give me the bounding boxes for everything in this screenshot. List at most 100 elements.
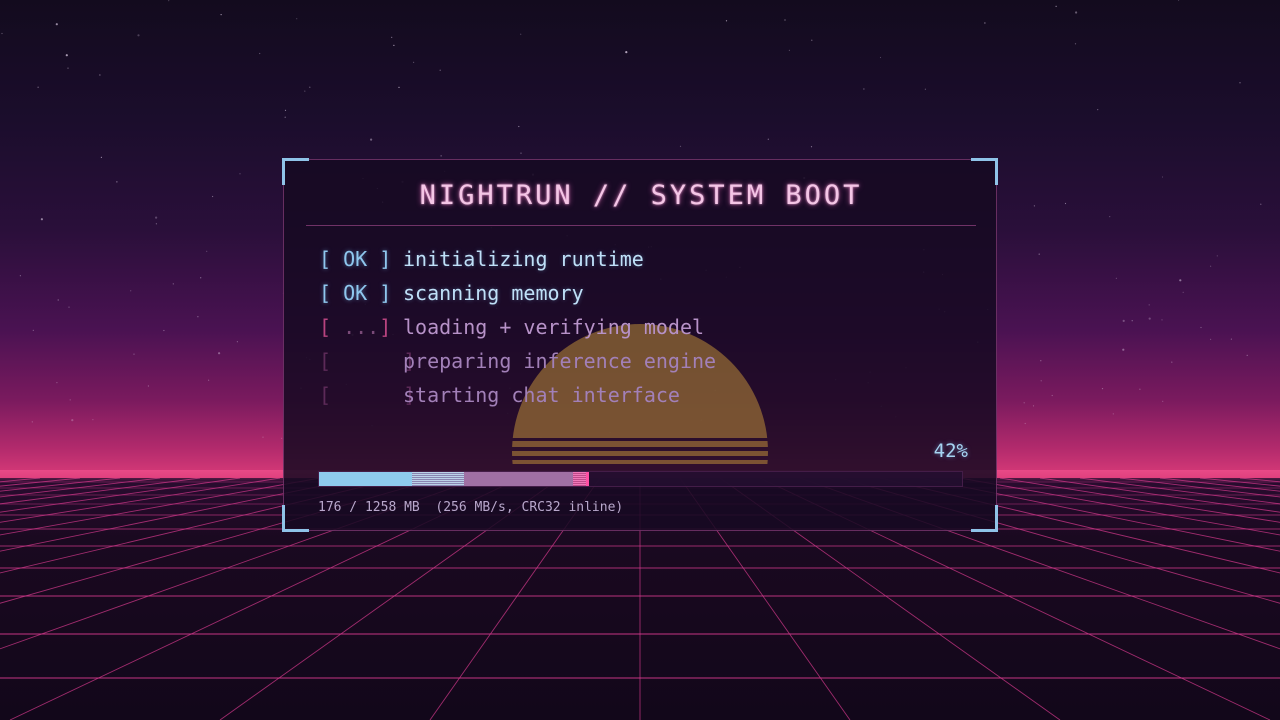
star (625, 51, 628, 54)
star (1260, 203, 1262, 205)
star (40, 218, 44, 221)
star (1033, 205, 1035, 207)
star (100, 156, 102, 158)
star (1148, 317, 1151, 320)
grid-line (1079, 478, 1280, 505)
star (518, 125, 520, 128)
star (208, 379, 210, 381)
star (218, 352, 221, 355)
star (879, 56, 882, 59)
grid-line (1199, 478, 1280, 487)
boot-step: [ ] preparing inference engine (319, 346, 959, 380)
star (1239, 82, 1241, 84)
star (200, 277, 202, 279)
star (31, 421, 33, 423)
grid-line (1159, 478, 1280, 492)
star (37, 86, 39, 88)
star (725, 20, 728, 22)
star (1055, 5, 1057, 7)
progress-bar-head (573, 472, 587, 486)
step-status-ok: [ OK ] (319, 247, 392, 271)
star (236, 341, 238, 343)
grid-line (0, 478, 81, 487)
star (1182, 291, 1184, 293)
star (262, 436, 264, 438)
grid-line (1119, 478, 1280, 498)
star (1179, 279, 1182, 282)
star (284, 109, 287, 111)
progress-bar-verified (319, 472, 412, 486)
star (212, 195, 214, 198)
star (370, 138, 373, 141)
star (520, 152, 522, 154)
star (172, 283, 174, 285)
star (55, 23, 58, 26)
star (984, 22, 986, 24)
star (67, 67, 69, 69)
star (1101, 388, 1104, 390)
star (1178, 0, 1180, 1)
grid-line (1239, 478, 1280, 483)
star (398, 86, 400, 88)
star (71, 419, 74, 422)
boot-step: [ ] starting chat interface (319, 380, 959, 414)
star (1038, 253, 1040, 255)
star (19, 275, 21, 277)
star (1075, 11, 1078, 14)
progress-dots: ... (331, 315, 380, 339)
grid-line (0, 478, 121, 492)
grid-line (0, 478, 161, 498)
star (1064, 202, 1067, 205)
star (1246, 354, 1248, 356)
star (1097, 109, 1099, 111)
star (1161, 176, 1164, 178)
star (220, 14, 222, 16)
star (116, 181, 118, 183)
star (679, 145, 682, 147)
progress-percent: 42% (933, 440, 968, 462)
star (1200, 326, 1202, 329)
star (1032, 405, 1035, 407)
star (56, 382, 58, 384)
step-label: starting chat interface (403, 383, 680, 407)
star (1040, 360, 1042, 362)
star (68, 306, 70, 308)
star (1131, 320, 1133, 322)
boot-step-list: [ OK ] initializing runtime [ OK ] scann… (319, 244, 959, 414)
star (1139, 388, 1141, 390)
star (137, 34, 140, 37)
star (65, 54, 68, 57)
grid-line (1039, 478, 1280, 513)
star (391, 36, 393, 39)
progress-bar-tip (586, 472, 589, 486)
star (393, 44, 395, 47)
step-label: initializing runtime (403, 247, 644, 271)
star (1024, 422, 1026, 425)
page-title: NIGHTRUN // SYSTEM BOOT (419, 180, 863, 211)
step-label: loading + verifying model (403, 315, 705, 339)
star (197, 316, 199, 318)
star (811, 39, 813, 41)
step-status-in-progress: [ ...] (319, 312, 391, 342)
star (1162, 400, 1164, 402)
star (296, 18, 298, 20)
star (1, 32, 3, 35)
star (1122, 348, 1125, 351)
star (810, 146, 813, 148)
star (1023, 402, 1025, 404)
star (1074, 43, 1077, 45)
star (1210, 265, 1212, 267)
boot-screen: NIGHTRUN // SYSTEM BOOT [ OK ] initializ… (0, 0, 1280, 720)
star (440, 155, 442, 157)
grid-line (0, 478, 41, 483)
star (1115, 277, 1117, 279)
star (133, 353, 135, 355)
star (784, 19, 786, 21)
star (259, 52, 261, 55)
corner-bracket-bottom-left (282, 505, 309, 532)
star (439, 69, 441, 71)
star (767, 138, 769, 140)
star (155, 223, 157, 225)
star (1122, 319, 1125, 322)
bracket-close: ] (379, 315, 392, 339)
